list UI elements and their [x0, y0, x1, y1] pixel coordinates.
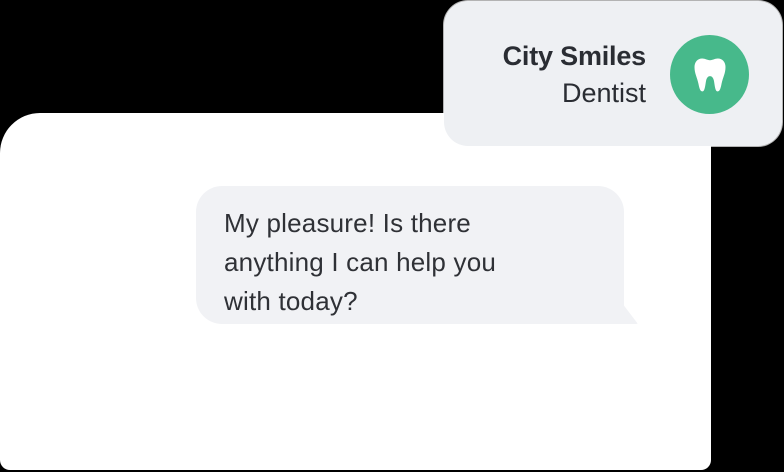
message-line: My pleasure! Is there: [224, 208, 471, 238]
message-bubble-tail: [622, 303, 638, 324]
message-line: anything I can help you: [224, 247, 497, 277]
contact-name: City Smiles: [502, 41, 647, 71]
message-line: with today?: [224, 286, 358, 316]
chat-panel: My pleasure! Is there anything I can hel…: [0, 113, 711, 470]
contact-card[interactable]: City Smiles Dentist: [444, 1, 782, 146]
tooth-icon: [694, 58, 725, 91]
contact-role: Dentist: [561, 78, 646, 108]
contact-avatar: [670, 35, 749, 114]
message-bubble[interactable]: My pleasure! Is there anything I can hel…: [196, 186, 624, 324]
